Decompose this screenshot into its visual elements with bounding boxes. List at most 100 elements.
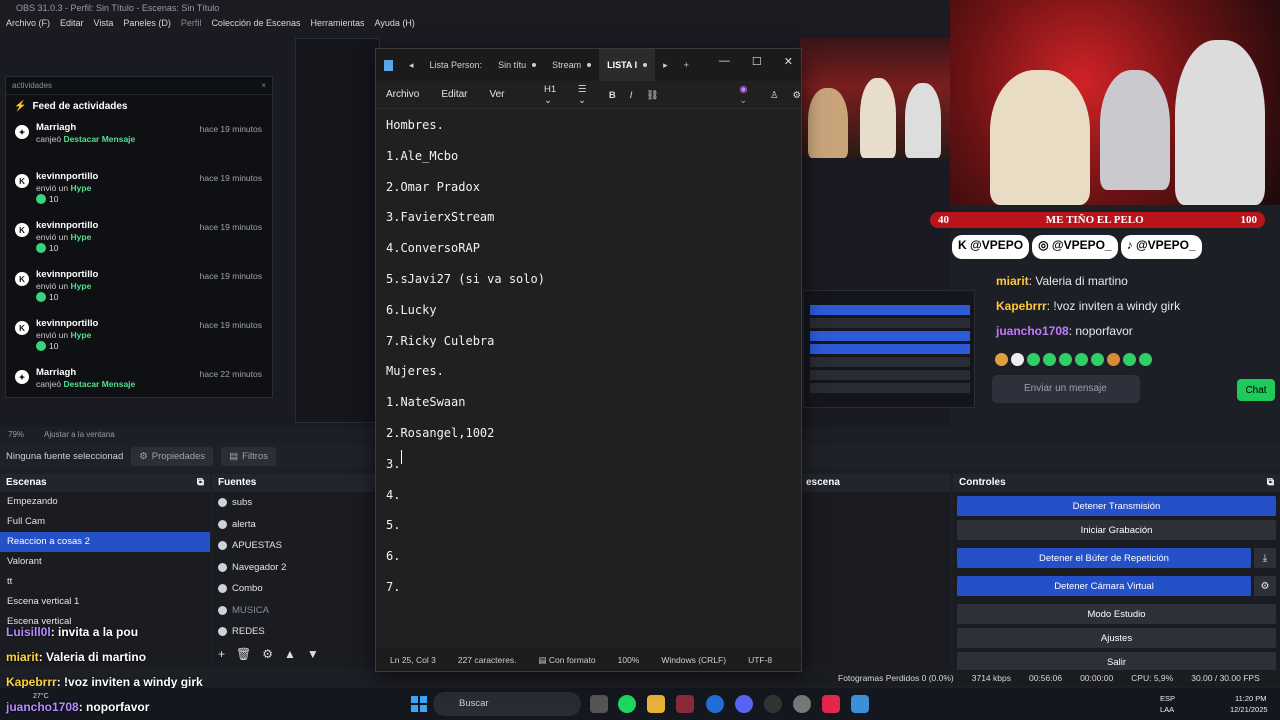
menu-paneles[interactable]: Paneles (D)	[123, 18, 171, 30]
source-item[interactable]: alerta	[212, 514, 377, 536]
gear-icon[interactable]: ⚙	[262, 647, 273, 663]
source-item[interactable]: APUESTAS	[212, 535, 377, 557]
weather-widget[interactable]: 27°C	[33, 693, 49, 700]
settings-button[interactable]: Ajustes	[957, 628, 1276, 648]
menu-vista[interactable]: Vista	[94, 18, 114, 30]
menu-herramientas[interactable]: Herramientas	[311, 18, 365, 30]
account-icon[interactable]: ♙	[770, 90, 779, 101]
menu-archivo[interactable]: Archivo (F)	[6, 18, 50, 30]
chat-message: Kapebrrr: !voz inviten a windy girk	[996, 299, 1181, 313]
discord-icon[interactable]	[735, 695, 753, 713]
menu-archivo[interactable]: Archivo	[386, 89, 419, 100]
save-replay-icon[interactable]: ⤓	[1254, 548, 1276, 568]
task-view-icon[interactable]	[590, 695, 608, 713]
studio-mode-button[interactable]: Modo Estudio	[957, 604, 1276, 624]
obs-icon[interactable]	[764, 695, 782, 713]
close-icon[interactable]: ✕	[784, 55, 793, 68]
windows-start-icon[interactable]	[410, 695, 428, 713]
chat-input[interactable]: Enviar un mensaje	[992, 375, 1140, 403]
line-ending[interactable]: Windows (CRLF)	[661, 655, 726, 665]
browser-icon[interactable]	[706, 695, 724, 713]
stop-stream-button[interactable]: Detener Transmisión	[957, 496, 1276, 516]
undock-icon[interactable]: ⧉	[1267, 477, 1274, 489]
clock-time[interactable]: 11:20 PM	[1235, 694, 1267, 703]
heading-select[interactable]: H1 ⌄	[544, 84, 564, 106]
no-source-label: Ninguna fuente seleccionad	[6, 450, 124, 462]
spotify-icon[interactable]	[618, 695, 636, 713]
settings-icon[interactable]	[793, 695, 811, 713]
notepad-editor[interactable]: Hombres. 1.Ale_Mcbo 2.Omar Pradox 3.Favi…	[376, 109, 801, 641]
language-indicator[interactable]: ESP	[1160, 694, 1175, 703]
exit-button[interactable]: Salir	[957, 652, 1276, 672]
taskbar-search[interactable]: Buscar	[433, 692, 581, 716]
properties-button[interactable]: ⚙ Propiedades	[131, 446, 214, 466]
source-item[interactable]: Combo	[212, 578, 377, 600]
scene-item[interactable]: Valorant	[0, 552, 210, 572]
source-icon	[218, 627, 227, 637]
scene-item-selected[interactable]: Reaccion a cosas 2	[0, 532, 210, 552]
stop-virtual-cam-button[interactable]: Detener Cámara Virtual	[957, 576, 1251, 596]
zoom-level[interactable]: 100%	[618, 655, 640, 665]
tiktok-handle: ♪ @VPEPO_	[1120, 235, 1202, 259]
start-record-button[interactable]: Iniciar Grabación	[957, 520, 1276, 540]
mini-stop-vcam	[810, 344, 970, 354]
encoding[interactable]: UTF-8	[748, 655, 772, 665]
add-icon[interactable]: +	[218, 647, 225, 663]
up-icon[interactable]: ▲	[284, 647, 296, 663]
stop-replay-button[interactable]: Detener el Búfer de Repetición	[957, 548, 1251, 568]
source-item[interactable]: REDES	[212, 621, 377, 643]
dropped-frames: Fotogramas Perdidos 0 (0.0%)	[838, 673, 954, 683]
source-item[interactable]: Navegador 2	[212, 557, 377, 579]
source-item[interactable]: subs	[212, 492, 377, 514]
new-tab-icon[interactable]: +	[676, 49, 697, 81]
scene-item[interactable]: Empezando	[0, 492, 210, 512]
obs-menubar: Archivo (F) Editar Vista Paneles (D) Per…	[0, 16, 950, 32]
scene-item[interactable]: Escena vertical 1	[0, 592, 210, 612]
filters-button[interactable]: ▤ Filtros	[221, 446, 277, 466]
bold-icon[interactable]: B	[609, 90, 616, 101]
clock-date[interactable]: 12/21/2025	[1230, 705, 1268, 714]
scene-item[interactable]: Full Cam	[0, 512, 210, 532]
close-icon[interactable]: ×	[261, 81, 266, 90]
tab-scroll-left[interactable]: ◂	[401, 49, 422, 81]
folder-icon[interactable]	[647, 695, 665, 713]
feed-item: K kevinnportillo hace 19 minutos envió u…	[6, 216, 272, 265]
tab-sin-titulo[interactable]: Sin títu	[490, 49, 544, 81]
text-caret	[401, 450, 402, 464]
menu-editar[interactable]: Editar	[441, 89, 467, 100]
chat-send-button[interactable]: Chat	[1237, 379, 1275, 401]
minimize-icon[interactable]: —	[719, 55, 730, 67]
menu-coleccion[interactable]: Colección de Escenas	[211, 18, 300, 30]
cursor-position: Ln 25, Col 3	[390, 655, 436, 665]
gear-icon[interactable]: ⚙	[1254, 576, 1276, 596]
feed-verb: canjeó	[36, 379, 62, 389]
notepad-icon[interactable]	[851, 695, 869, 713]
app-icon[interactable]	[676, 695, 694, 713]
tab-lista-personas[interactable]: Lista Person:	[422, 49, 491, 81]
list-icon[interactable]: ☰ ⌄	[578, 84, 595, 106]
format-indicator[interactable]: ▤ Con formato	[538, 655, 595, 666]
tab-lista-active[interactable]: LISTA I	[599, 49, 656, 81]
mini-start-record	[810, 318, 970, 328]
tiktok-icon[interactable]	[822, 695, 840, 713]
tab-stream[interactable]: Stream	[544, 49, 599, 81]
unsaved-dot-icon	[643, 63, 648, 67]
italic-icon[interactable]: I	[630, 90, 633, 101]
zoom-mode-select[interactable]: Ajustar a la ventana	[44, 430, 115, 440]
link-icon[interactable]: ⛓	[646, 90, 658, 101]
copilot-icon[interactable]: ◉ ⌄	[739, 84, 756, 106]
menu-ver[interactable]: Ver	[489, 89, 504, 100]
settings-icon[interactable]: ⚙	[792, 90, 801, 101]
scene-item[interactable]: tt	[0, 572, 210, 592]
menu-editar[interactable]: Editar	[60, 18, 84, 30]
maximize-icon[interactable]: ☐	[752, 55, 762, 68]
coin-icon	[36, 194, 46, 204]
trash-icon[interactable]: 🗑	[236, 647, 251, 663]
down-icon[interactable]: ▼	[307, 647, 319, 663]
menu-perfil[interactable]: Perfil	[181, 18, 202, 30]
tab-scroll-right[interactable]: ▸	[655, 49, 676, 81]
source-item[interactable]: MUSICA	[212, 600, 377, 622]
mixer-title: escena	[806, 477, 840, 488]
undock-icon[interactable]: ⧉	[197, 477, 204, 489]
menu-ayuda[interactable]: Ayuda (H)	[375, 18, 415, 30]
